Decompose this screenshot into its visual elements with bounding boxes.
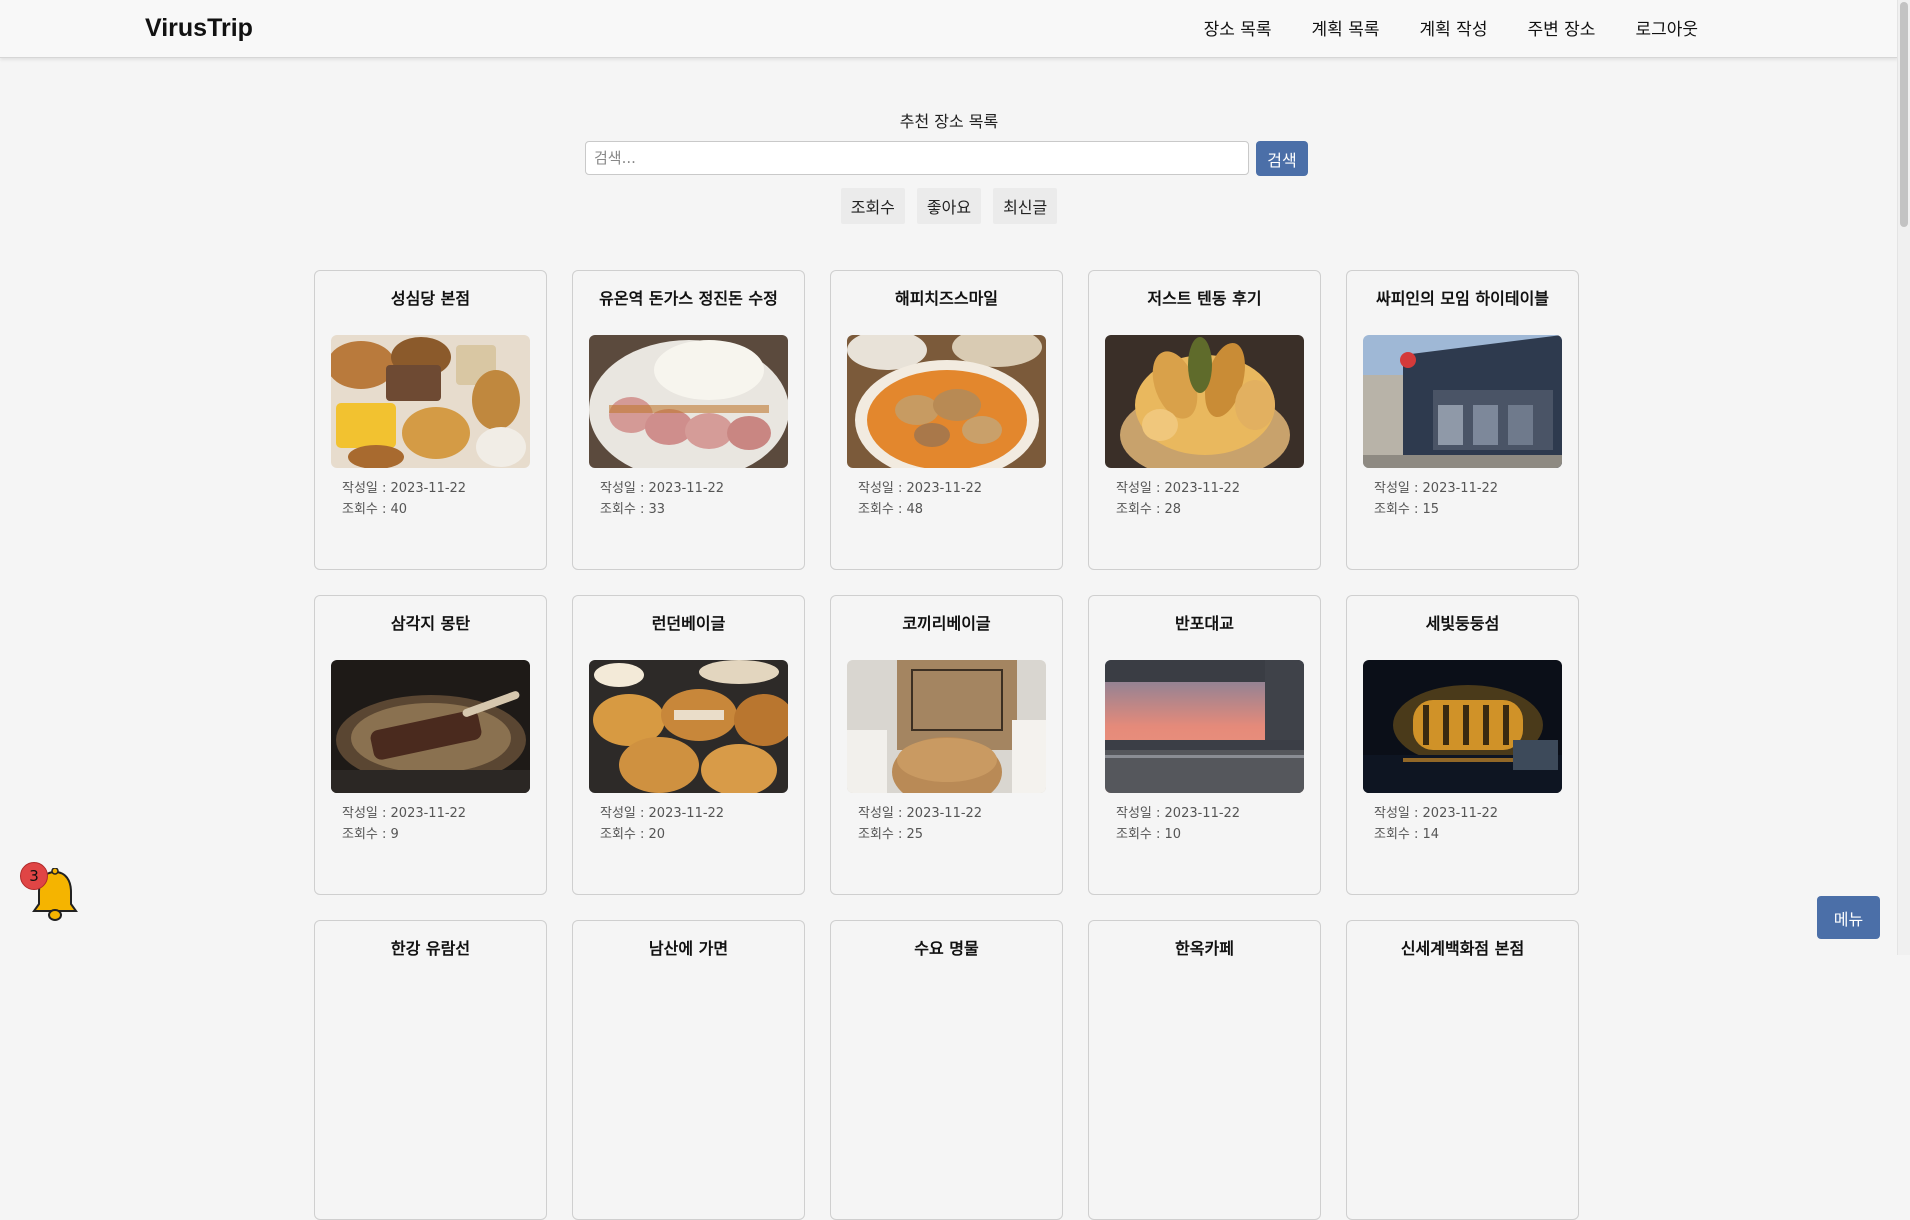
card-views: 조회수 : 40 — [342, 502, 408, 517]
sort-by-latest-button[interactable]: 최신글 — [993, 188, 1058, 224]
card-date: 작성일 : 2023-11-22 — [1374, 481, 1499, 496]
card-views: 조회수 : 25 — [858, 827, 924, 842]
sort-by-views-button[interactable]: 조회수 — [840, 188, 905, 224]
bagels-photo — [589, 660, 788, 793]
card-meta: 작성일 : 2023-11-22 조회수 : 9 — [342, 803, 546, 845]
page-title: 추천 장소 목록 — [899, 112, 999, 131]
card-date: 작성일 : 2023-11-22 — [1116, 806, 1241, 821]
card-meta: 작성일 : 2023-11-22 조회수 : 10 — [1116, 803, 1320, 845]
menu-button[interactable]: 메뉴 — [1817, 896, 1880, 939]
card-views: 조회수 : 15 — [1374, 502, 1440, 517]
place-card[interactable]: 런던베이글 작성일 : 2023-11-22 조회수 : 20 — [572, 595, 805, 895]
grilled-ribs-photo — [331, 660, 530, 793]
card-date: 작성일 : 2023-11-22 — [1116, 481, 1241, 496]
card-meta: 작성일 : 2023-11-22 조회수 : 15 — [1374, 478, 1578, 520]
place-card[interactable]: 싸피인의 모임 하이테이블 작성일 : 2023-11-22 조회수 : 15 — [1346, 270, 1579, 570]
nav-link-place-list[interactable]: 장소 목록 — [1184, 15, 1292, 40]
place-card[interactable]: 유온역 돈가스 정진돈 수정 작성일 : 2023-11-22 조회수 : 33 — [572, 270, 805, 570]
card-title: 반포대교 — [1175, 614, 1234, 633]
card-views: 조회수 : 10 — [1116, 827, 1182, 842]
night-island-photo — [1363, 660, 1562, 793]
card-date: 작성일 : 2023-11-22 — [1374, 806, 1499, 821]
card-meta: 작성일 : 2023-11-22 조회수 : 40 — [342, 478, 546, 520]
sunset-bridge-photo — [1105, 660, 1304, 793]
place-card[interactable]: 코끼리베이글 작성일 : 2023-11-22 조회수 : 25 — [830, 595, 1063, 895]
card-title: 해피치즈스마일 — [894, 289, 999, 308]
notification-count-badge: 3 — [20, 862, 48, 890]
place-card[interactable]: 신세계백화점 본점 — [1346, 920, 1579, 1220]
place-card[interactable]: 반포대교 작성일 : 2023-11-22 조회수: 10 — [1088, 595, 1321, 895]
sort-by-likes-button[interactable]: 좋아요 — [916, 188, 982, 224]
card-date: 작성일 : 2023-11-22 — [342, 481, 467, 496]
card-title: 세빛둥둥섬 — [1425, 614, 1500, 633]
search-button[interactable]: 검색 — [1256, 141, 1308, 176]
card-views: 조회수 : 48 — [858, 502, 924, 517]
building-exterior-photo — [1363, 335, 1562, 468]
place-card[interactable]: 한옥카페 — [1088, 920, 1321, 1220]
card-title: 코끼리베이글 — [902, 614, 991, 633]
card-date: 작성일 : 2023-11-22 — [600, 481, 725, 496]
page-scrollbar[interactable] — [1897, 0, 1910, 955]
card-date: 작성일 : 2023-11-22 — [342, 806, 467, 821]
card-title: 싸피인의 모임 하이테이블 — [1375, 289, 1550, 308]
card-title: 성심당 본점 — [390, 289, 471, 308]
place-card[interactable]: 해피치즈스마일 작성일 : 2023-11-22 조회수 : 48 — [830, 270, 1063, 570]
nav-link-plan-create[interactable]: 계획 작성 — [1400, 15, 1508, 40]
place-card[interactable]: 저스트 텐동 후기 작성일 : 2023-11-22 조회수 : 28 — [1088, 270, 1321, 570]
card-views: 조회수 : 14 — [1374, 827, 1440, 842]
nav-link-logout[interactable]: 로그아웃 — [1615, 15, 1718, 40]
search-input[interactable] — [585, 141, 1249, 175]
card-title: 런던베이글 — [651, 614, 726, 633]
bagel-bag-photo — [847, 660, 1046, 793]
brand-logo[interactable]: VirusTrip — [145, 14, 253, 43]
card-meta: 작성일 : 2023-11-22 조회수 : 48 — [858, 478, 1062, 520]
nav-links: 장소 목록 계획 목록 계획 작성 주변 장소 로그아웃 — [1184, 15, 1718, 40]
scrollbar-thumb[interactable] — [1900, 2, 1908, 227]
card-meta: 작성일 : 2023-11-22 조회수 : 25 — [858, 803, 1062, 845]
card-title: 유온역 돈가스 정진돈 수정 — [599, 289, 778, 308]
card-title: 삼각지 몽탄 — [390, 614, 471, 633]
navbar: VirusTrip 장소 목록 계획 목록 계획 작성 주변 장소 로그아웃 — [0, 0, 1898, 58]
card-date: 작성일 : 2023-11-22 — [858, 481, 983, 496]
card-title: 신세계백화점 본점 — [1400, 939, 1525, 958]
card-views: 조회수 : 20 — [600, 827, 666, 842]
sort-options: 조회수 좋아요 최신글 — [0, 188, 1898, 224]
card-date: 작성일 : 2023-11-22 — [600, 806, 725, 821]
place-card[interactable]: 세빛둥둥섬 작성일 : 2023-11-22 조회수 : 14 — [1346, 595, 1579, 895]
tendon-photo — [1105, 335, 1304, 468]
card-title: 한강 유람선 — [390, 939, 471, 958]
place-card[interactable]: 수요 명물 — [830, 920, 1063, 1220]
card-views: 조회수 : 28 — [1116, 502, 1182, 517]
card-meta: 작성일 : 2023-11-22 조회수 : 14 — [1374, 803, 1578, 845]
card-meta: 작성일 : 2023-11-22 조회수 : 33 — [600, 478, 804, 520]
card-title: 한옥카페 — [1175, 939, 1234, 958]
place-card[interactable]: 한강 유람선 — [314, 920, 547, 1220]
card-meta: 작성일 : 2023-11-22 조회수 : 28 — [1116, 478, 1320, 520]
card-title: 수요 명물 — [914, 939, 979, 958]
nav-link-plan-list[interactable]: 계획 목록 — [1292, 15, 1400, 40]
place-card[interactable]: 삼각지 몽탄 작성일 : 2023-11-22 조회수 : 9 — [314, 595, 547, 895]
curry-dish-photo — [847, 335, 1046, 468]
place-card[interactable]: 남산에 가면 — [572, 920, 805, 1220]
bread-pastries-photo — [331, 335, 530, 468]
card-date: 작성일 : 2023-11-22 — [858, 806, 983, 821]
card-meta: 작성일 : 2023-11-22 조회수 : 20 — [600, 803, 804, 845]
card-views: 조회수 : 9 — [342, 827, 399, 842]
card-views: 조회수 : 33 — [600, 502, 666, 517]
nav-link-nearby-places[interactable]: 주변 장소 — [1507, 15, 1615, 40]
tonkatsu-photo — [589, 335, 788, 468]
card-title: 저스트 텐동 후기 — [1147, 289, 1262, 308]
place-card[interactable]: 성심당 본점 작성일 : 2023-11-22 조회수 : 40 — [314, 270, 547, 570]
card-title: 남산에 가면 — [648, 939, 729, 958]
place-card-grid: 성심당 본점 작성일 : 2023-11-22 조회수 : 40 유온역 돈가스… — [314, 270, 1579, 1220]
